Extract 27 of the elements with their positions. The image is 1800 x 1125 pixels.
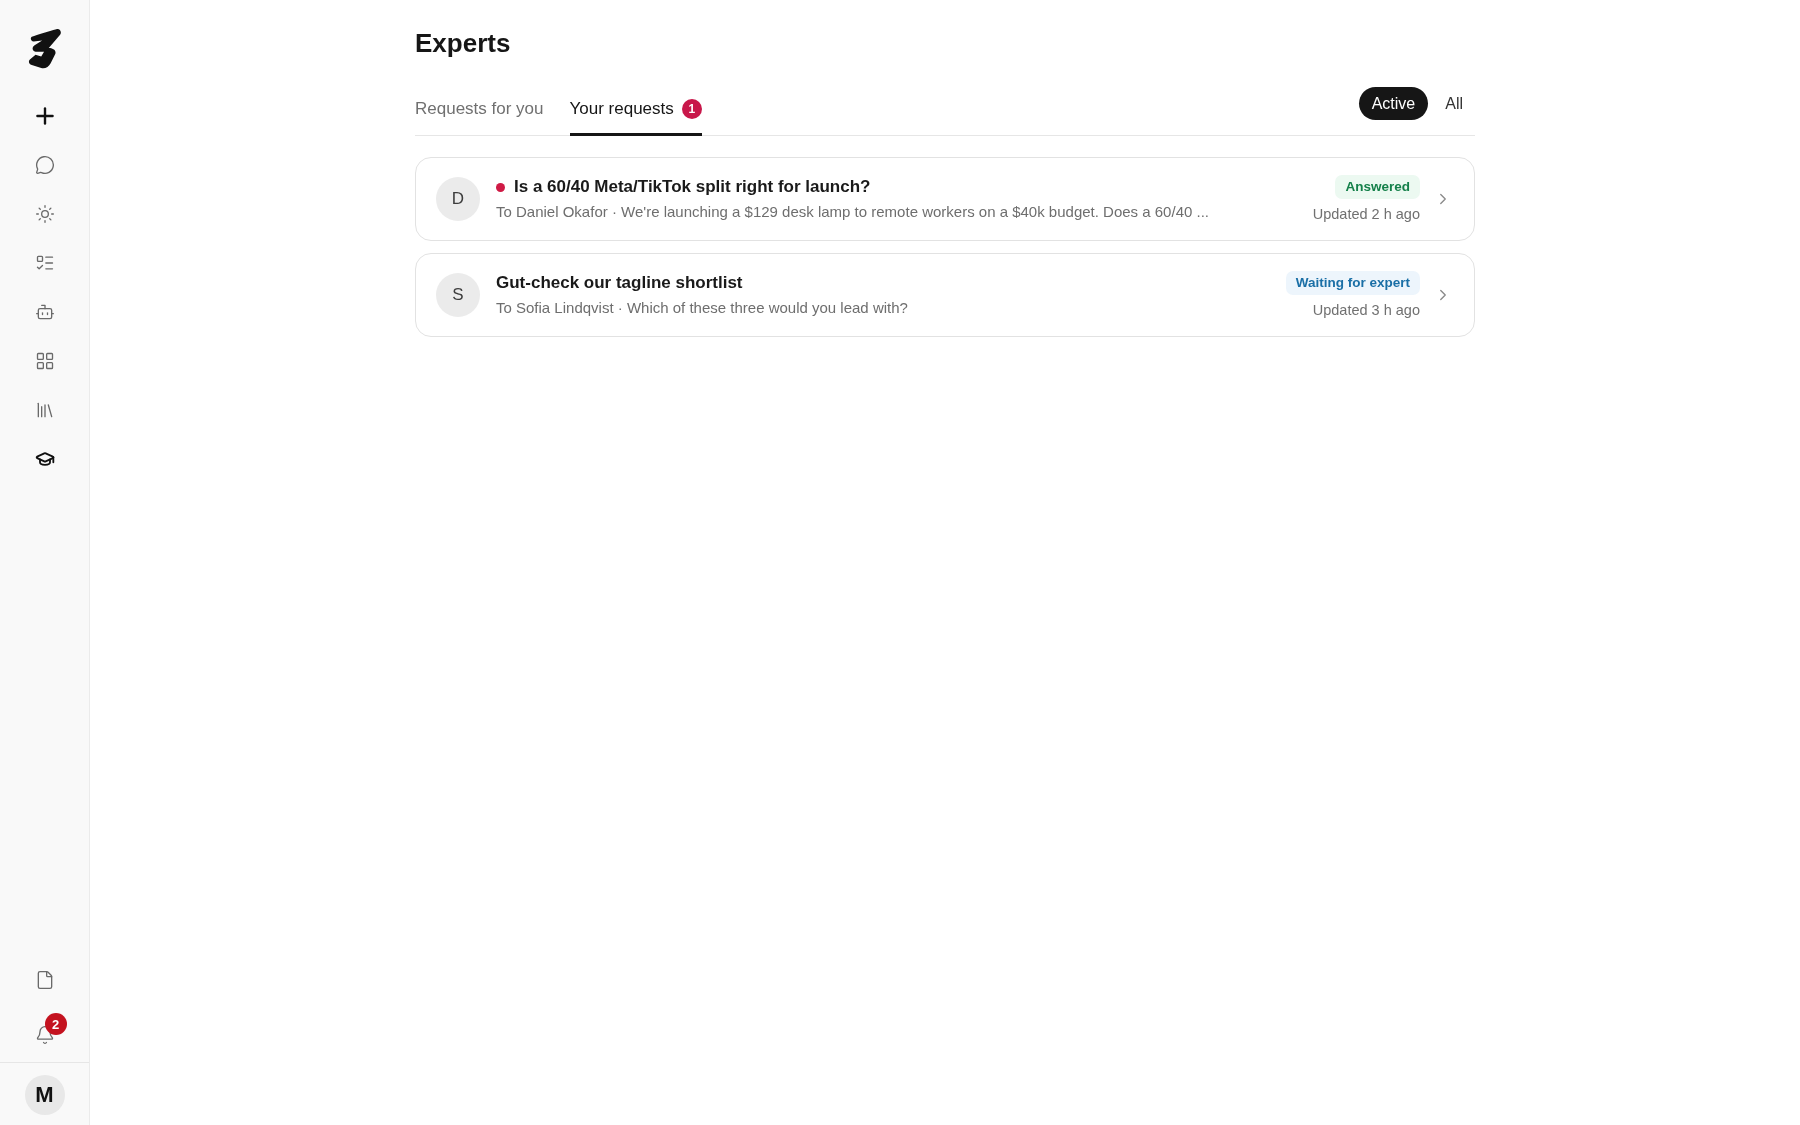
notification-badge: 2 (44, 1013, 67, 1035)
count-badge: 1 (681, 99, 702, 119)
sun-icon (34, 204, 55, 224)
updated-time: Updated 3 h ago (1312, 301, 1420, 319)
notifications-button[interactable]: 2 (24, 1015, 65, 1055)
grid-icon (34, 351, 55, 371)
avatar: D (436, 177, 480, 221)
request-preview: To Sofia Lindqvist · Which of these three would you lead with? (496, 298, 909, 318)
tab[interactable]: Requests for you (415, 97, 544, 136)
page-title: Experts (415, 27, 512, 59)
request-card[interactable]: S Gut-check our tagline shortlist To Sofia Lindqvist · Which of these three would you lead with? Waiting for expert Updated 3 h ago (415, 253, 1475, 337)
request-preview: To Daniel Okafor · We're launching a $129 desk lamp to remote workers on a $40k budget. Does a 60/40 ... (496, 202, 1210, 222)
logo (27, 29, 62, 69)
user-avatar[interactable]: M (24, 1075, 65, 1115)
updated-time: Updated 2 h ago (1312, 205, 1420, 223)
graduation-cap-icon (34, 449, 55, 469)
request-card[interactable]: D Is a 60/40 Meta/TikTok split right for launch? To Daniel Okafor · We're launching a $129 desk lamp to remote workers on a $40k budget. Does a 60/40 ... Answered Updated 2 h ago (415, 157, 1475, 241)
filter-pill[interactable]: Active (1358, 87, 1429, 120)
request-title: Gut-check our tagline shortlist (496, 272, 743, 294)
speech-bubble-icon (34, 155, 55, 175)
robot-icon (34, 302, 55, 322)
filter-pill[interactable]: All (1433, 87, 1475, 120)
status-badge: Waiting for expert (1285, 271, 1420, 295)
tab[interactable]: Your requests 1 (569, 97, 702, 136)
request-title: Is a 60/40 Meta/TikTok split right for launch? (514, 176, 871, 198)
status-badge: Answered (1335, 175, 1420, 199)
avatar: S (436, 273, 480, 317)
